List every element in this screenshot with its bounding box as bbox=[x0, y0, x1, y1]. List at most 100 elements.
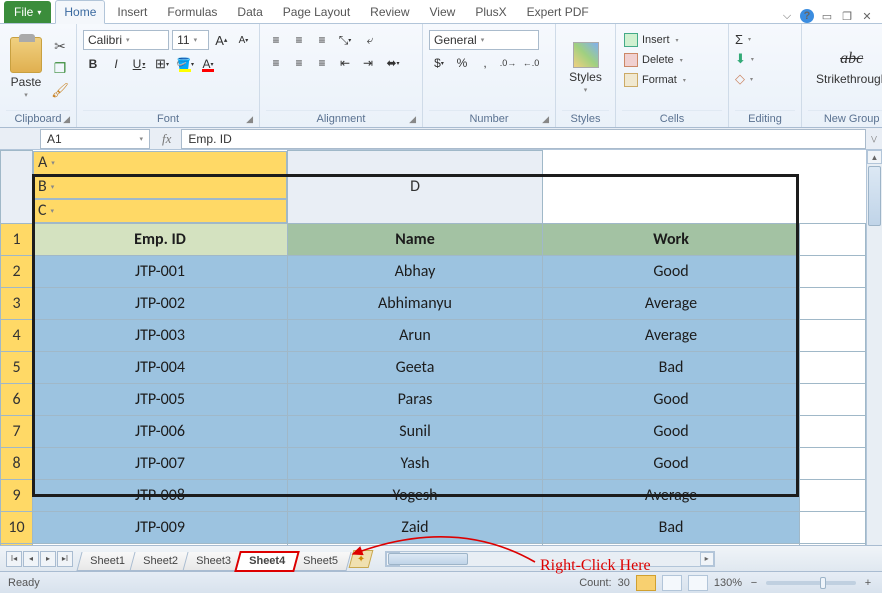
insert-cells-button[interactable]: Insert▾ bbox=[622, 32, 722, 48]
cell-A7[interactable]: JTP-006 bbox=[33, 415, 288, 447]
increase-indent-icon[interactable]: ⇥ bbox=[358, 53, 378, 73]
sheet-tab-sheet4[interactable]: Sheet4 bbox=[235, 552, 298, 571]
view-pagelayout-icon[interactable] bbox=[662, 575, 682, 591]
vscroll-thumb[interactable] bbox=[868, 166, 881, 226]
cell-D4[interactable] bbox=[800, 319, 866, 351]
cell-B10[interactable]: Zaid bbox=[288, 511, 543, 543]
cut-icon[interactable]: ✂ bbox=[50, 37, 70, 55]
row-header-7[interactable]: 7 bbox=[1, 415, 33, 447]
row-header-9[interactable]: 9 bbox=[1, 479, 33, 511]
cell-C10[interactable]: Bad bbox=[543, 511, 800, 543]
comma-format-icon[interactable]: , bbox=[475, 53, 495, 73]
number-format-select[interactable]: General bbox=[429, 30, 539, 50]
decrease-decimal-icon[interactable]: ←.0 bbox=[521, 53, 541, 73]
cell-D10[interactable] bbox=[800, 511, 866, 543]
cell-B8[interactable]: Yash bbox=[288, 447, 543, 479]
file-tab[interactable]: File bbox=[4, 1, 51, 23]
cell-B1[interactable]: Name bbox=[288, 223, 543, 255]
sheet-nav-first-icon[interactable]: І◂ bbox=[6, 551, 22, 567]
merge-center-icon[interactable]: ⬌▾ bbox=[381, 53, 405, 73]
cell-C1[interactable]: Work bbox=[543, 223, 800, 255]
cell-A5[interactable]: JTP-004 bbox=[33, 351, 288, 383]
font-name-select[interactable]: Calibri bbox=[83, 30, 169, 50]
cell-C6[interactable]: Good bbox=[543, 383, 800, 415]
underline-button[interactable]: U▾ bbox=[129, 54, 149, 74]
zoom-level[interactable]: 130% bbox=[714, 577, 742, 589]
border-button[interactable]: ⊞▾ bbox=[152, 54, 172, 74]
cell-A6[interactable]: JTP-005 bbox=[33, 383, 288, 415]
tab-data[interactable]: Data bbox=[229, 1, 270, 23]
cell-A10[interactable]: JTP-009 bbox=[33, 511, 288, 543]
horizontal-scrollbar[interactable]: ◂ ▸ bbox=[385, 551, 715, 567]
window-close-icon[interactable]: ✕ bbox=[860, 9, 874, 23]
cell-C8[interactable]: Good bbox=[543, 447, 800, 479]
format-painter-icon[interactable]: 🖌 bbox=[50, 81, 70, 99]
copy-icon[interactable]: ❐ bbox=[50, 59, 70, 77]
row-header-5[interactable]: 5 bbox=[1, 351, 33, 383]
cell-C7[interactable]: Good bbox=[543, 415, 800, 447]
clipboard-launcher-icon[interactable]: ◢ bbox=[63, 114, 70, 125]
formula-bar[interactable]: Emp. ID bbox=[181, 129, 866, 149]
row-header-8[interactable]: 8 bbox=[1, 447, 33, 479]
increase-decimal-icon[interactable]: .0→ bbox=[498, 53, 518, 73]
scroll-up-icon[interactable]: ▲ bbox=[867, 150, 882, 164]
cell-B4[interactable]: Arun bbox=[288, 319, 543, 351]
fill-color-button[interactable]: 🪣▾ bbox=[175, 54, 195, 74]
format-cells-button[interactable]: Format▾ bbox=[622, 72, 722, 88]
window-minimize-icon[interactable]: ▭ bbox=[820, 9, 834, 23]
align-left-icon[interactable]: ≡ bbox=[266, 53, 286, 73]
tab-plusx[interactable]: PlusX bbox=[467, 1, 514, 23]
cell-A9[interactable]: JTP-008 bbox=[33, 479, 288, 511]
percent-format-icon[interactable]: % bbox=[452, 53, 472, 73]
cell-A2[interactable]: JTP-001 bbox=[33, 255, 288, 287]
name-box[interactable]: A1 bbox=[40, 129, 150, 149]
tab-review[interactable]: Review bbox=[362, 1, 417, 23]
col-header-C[interactable]: C bbox=[33, 199, 287, 223]
autosum-button[interactable]: Σ▾ bbox=[735, 32, 795, 47]
cell-D5[interactable] bbox=[800, 351, 866, 383]
hscroll-thumb[interactable] bbox=[388, 553, 468, 565]
strikethrough-button[interactable]: abc Strikethrough bbox=[808, 46, 882, 90]
sheet-nav-prev-icon[interactable]: ◂ bbox=[23, 551, 39, 567]
cell-A4[interactable]: JTP-003 bbox=[33, 319, 288, 351]
sheet-tab-sheet5[interactable]: Sheet5 bbox=[289, 552, 351, 571]
sheet-nav-next-icon[interactable]: ▸ bbox=[40, 551, 56, 567]
insert-sheet-button[interactable]: ✦ bbox=[348, 550, 373, 568]
delete-cells-button[interactable]: Delete▾ bbox=[622, 52, 722, 68]
tab-insert[interactable]: Insert bbox=[109, 1, 155, 23]
cell-D7[interactable] bbox=[800, 415, 866, 447]
cell-D9[interactable] bbox=[800, 479, 866, 511]
tab-formulas[interactable]: Formulas bbox=[159, 1, 225, 23]
orientation-icon[interactable]: ⤡▾ bbox=[335, 30, 355, 50]
tab-view[interactable]: View bbox=[422, 1, 464, 23]
select-all-corner[interactable] bbox=[1, 151, 33, 224]
cell-B3[interactable]: Abhimanyu bbox=[288, 287, 543, 319]
grow-font-icon[interactable]: A▴ bbox=[212, 30, 231, 50]
cell-D1[interactable] bbox=[800, 223, 866, 255]
cell-B6[interactable]: Paras bbox=[288, 383, 543, 415]
alignment-launcher-icon[interactable]: ◢ bbox=[409, 114, 416, 125]
zoom-slider[interactable] bbox=[766, 581, 856, 585]
font-size-select[interactable]: 11 bbox=[172, 30, 209, 50]
cell-B7[interactable]: Sunil bbox=[288, 415, 543, 447]
tab-pagelayout[interactable]: Page Layout bbox=[275, 1, 358, 23]
fx-icon[interactable]: fx bbox=[152, 131, 181, 147]
cell-D2[interactable] bbox=[800, 255, 866, 287]
align-right-icon[interactable]: ≡ bbox=[312, 53, 332, 73]
italic-button[interactable]: I bbox=[106, 54, 126, 74]
cell-C9[interactable]: Average bbox=[543, 479, 800, 511]
font-launcher-icon[interactable]: ◢ bbox=[246, 114, 253, 125]
cell-C5[interactable]: Bad bbox=[543, 351, 800, 383]
cell-C4[interactable]: Average bbox=[543, 319, 800, 351]
spreadsheet-grid[interactable]: A B C D 1 Emp. ID Name Work 2JTP-001Abha… bbox=[0, 150, 866, 545]
cell-A8[interactable]: JTP-007 bbox=[33, 447, 288, 479]
cell-D6[interactable] bbox=[800, 383, 866, 415]
col-header-D[interactable]: D bbox=[288, 151, 543, 224]
zoom-out-icon[interactable]: − bbox=[748, 577, 760, 589]
view-normal-icon[interactable] bbox=[636, 575, 656, 591]
view-pagebreak-icon[interactable] bbox=[688, 575, 708, 591]
styles-button[interactable]: Styles ▾ bbox=[561, 38, 610, 98]
zoom-slider-thumb[interactable] bbox=[820, 577, 826, 589]
col-header-B[interactable]: B bbox=[33, 175, 287, 199]
shrink-font-icon[interactable]: A▾ bbox=[234, 30, 253, 50]
